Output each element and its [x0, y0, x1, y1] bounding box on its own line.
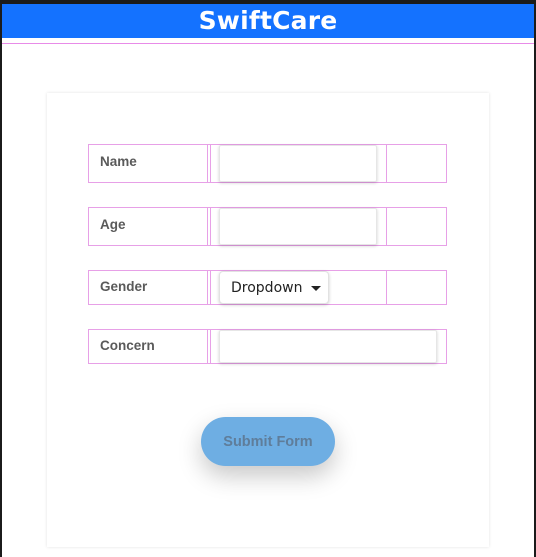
window-left-border [0, 0, 2, 557]
gender-dropdown-value: Dropdown [231, 279, 303, 296]
row-divider [210, 271, 211, 304]
submit-form-button[interactable]: Submit Form [201, 417, 335, 466]
row-divider [210, 145, 211, 182]
header-divider [2, 38, 534, 44]
field-label-concern: Concern [100, 338, 155, 353]
app-title: SwiftCare [198, 6, 338, 35]
gender-dropdown[interactable]: Dropdown [219, 271, 329, 304]
caret-down-icon [311, 285, 322, 291]
label-cell-concern: Concern [89, 330, 208, 363]
label-cell-gender: Gender [89, 271, 208, 304]
label-cell-name: Name [89, 145, 208, 182]
row-end-cell [386, 271, 446, 304]
field-label-age: Age [100, 217, 126, 232]
name-input[interactable] [219, 145, 377, 182]
app-header: SwiftCare [2, 4, 534, 38]
field-label-gender: Gender [100, 279, 148, 294]
row-end-cell [386, 145, 446, 182]
row-divider [210, 330, 211, 363]
age-input[interactable] [219, 208, 377, 245]
concern-input[interactable] [219, 330, 437, 363]
field-label-name: Name [100, 154, 137, 169]
row-end-cell [386, 208, 446, 245]
label-cell-age: Age [89, 208, 208, 245]
row-divider [210, 208, 211, 245]
